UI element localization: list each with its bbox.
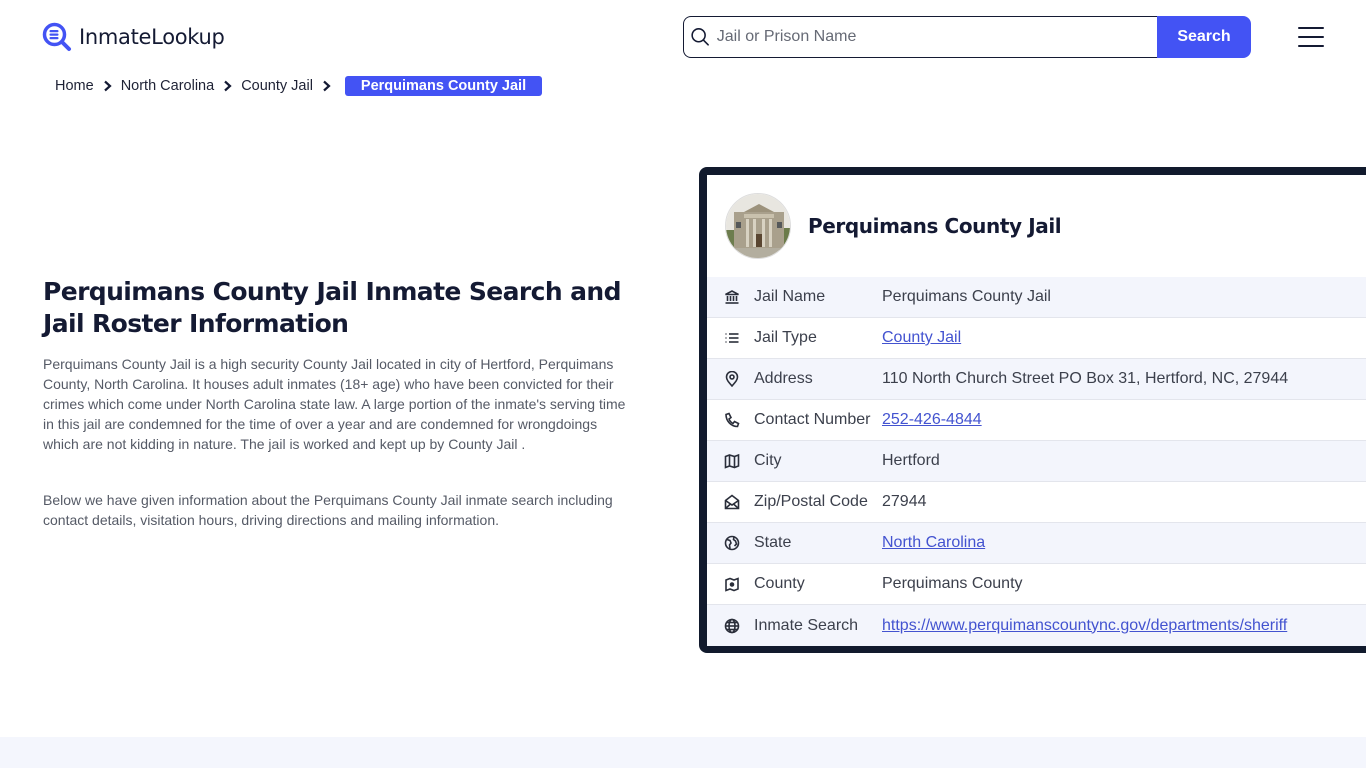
info-row-inmate-search: Inmate Search https://www.perquimanscoun…	[707, 605, 1366, 646]
footer-band	[0, 737, 1366, 768]
info-label: Address	[754, 370, 813, 387]
info-value: 27944	[882, 493, 927, 510]
info-label: City	[754, 452, 782, 469]
card-title: Perquimans County Jail	[808, 214, 1062, 238]
chevron-right-icon	[103, 80, 112, 92]
bank-icon	[707, 289, 754, 305]
search-icon	[691, 28, 709, 46]
page-title: Perquimans County Jail Inmate Search and…	[43, 277, 622, 338]
chevron-right-icon	[322, 80, 331, 92]
info-row-jail-type: Jail Type County Jail	[707, 318, 1366, 359]
menu-bar	[1298, 45, 1324, 47]
logo[interactable]: InmateLookup	[42, 22, 225, 52]
globe-icon	[707, 618, 754, 634]
info-row-zip: Zip/Postal Code 27944	[707, 482, 1366, 523]
info-row-jail-name: Jail Name Perquimans County Jail	[707, 277, 1366, 318]
info-row-address: Address 110 North Church Street PO Box 3…	[707, 359, 1366, 400]
info-value: Perquimans County	[882, 575, 1023, 592]
intro-paragraph: Perquimans County Jail is a high securit…	[43, 356, 626, 452]
logo-text: InmateLookup	[79, 25, 225, 49]
info-value: Perquimans County Jail	[882, 288, 1051, 305]
info-label: County	[754, 575, 805, 592]
mail-open-icon	[707, 494, 754, 510]
info-value: Hertford	[882, 452, 940, 469]
earth-icon	[707, 535, 754, 551]
card-header: Perquimans County Jail	[707, 175, 1366, 277]
menu-bar	[1298, 27, 1324, 29]
info-row-contact: Contact Number 252-426-4844	[707, 400, 1366, 441]
state-link[interactable]: North Carolina	[882, 534, 985, 551]
info-row-city: City Hertford	[707, 441, 1366, 482]
info-row-state: State North Carolina	[707, 523, 1366, 564]
breadcrumb-home[interactable]: Home	[55, 78, 94, 94]
phone-icon	[707, 412, 754, 428]
search-input[interactable]	[716, 28, 1157, 46]
info-row-county: County Perquimans County	[707, 564, 1366, 605]
search-field[interactable]	[683, 16, 1157, 58]
info-label: Contact Number	[754, 411, 871, 428]
intro-paragraph-secondary: Below we have given information about th…	[43, 492, 613, 528]
map-icon	[707, 453, 754, 469]
map-pin-icon	[707, 371, 754, 387]
search-form: Search	[683, 16, 1251, 58]
breadcrumb: Home North Carolina County Jail Perquima…	[55, 76, 543, 96]
jail-info-card: Perquimans County Jail Jail Name Perquim…	[699, 167, 1366, 653]
hamburger-menu-icon[interactable]	[1298, 27, 1324, 47]
list-icon	[707, 330, 754, 346]
chevron-right-icon	[223, 80, 232, 92]
inmate-search-link[interactable]: https://www.perquimanscountync.gov/depar…	[882, 617, 1287, 634]
info-label: Zip/Postal Code	[754, 493, 868, 510]
county-map-icon	[707, 576, 754, 592]
breadcrumb-current: Perquimans County Jail	[344, 76, 543, 96]
breadcrumb-jail-type[interactable]: County Jail	[241, 78, 313, 94]
info-table: Jail Name Perquimans County Jail Jail Ty…	[707, 277, 1366, 646]
magnifier-logo-icon	[42, 22, 71, 51]
jail-type-link[interactable]: County Jail	[882, 329, 961, 346]
breadcrumb-state[interactable]: North Carolina	[121, 78, 215, 94]
info-value: 110 North Church Street PO Box 31, Hertf…	[882, 370, 1289, 387]
info-label: Jail Name	[754, 288, 826, 305]
phone-link[interactable]: 252-426-4844	[882, 411, 982, 428]
menu-bar	[1298, 36, 1324, 38]
search-button[interactable]: Search	[1157, 16, 1251, 58]
jail-building-avatar	[725, 193, 791, 259]
info-label: Jail Type	[754, 329, 817, 346]
info-label: State	[754, 534, 792, 551]
info-label: Inmate Search	[754, 616, 859, 634]
